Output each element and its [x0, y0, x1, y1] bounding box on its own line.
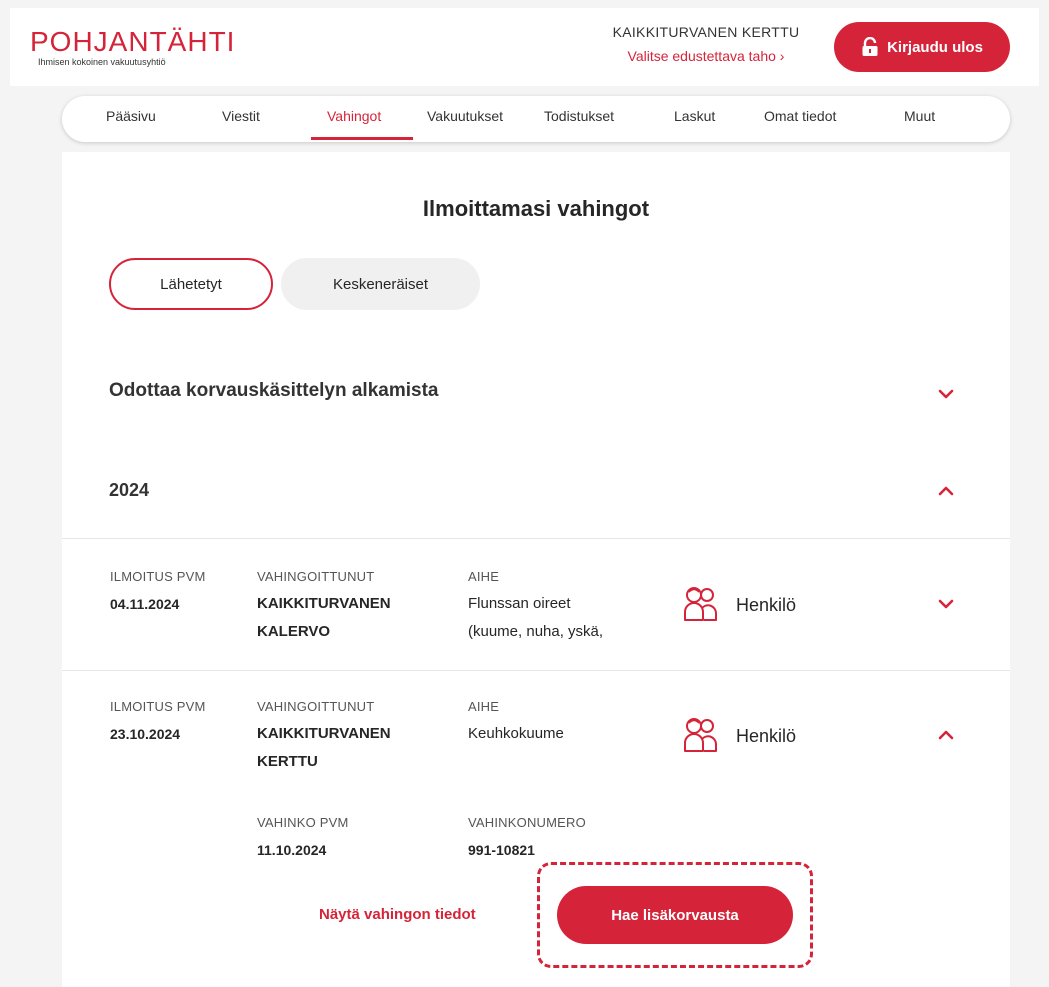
divider — [62, 538, 1010, 539]
injured-value-line1: KAIKKITURVANEN — [257, 725, 391, 742]
people-icon — [684, 587, 717, 621]
injured-label: VAHINGOITTUNUT — [257, 569, 375, 584]
logout-button[interactable]: Kirjaudu ulos — [834, 22, 1010, 72]
show-claim-details-link[interactable]: Näytä vahingon tiedot — [319, 906, 476, 923]
chevron-up-icon[interactable] — [936, 728, 956, 742]
injured-label: VAHINGOITTUNUT — [257, 699, 375, 714]
year-section-header[interactable]: 2024 — [62, 462, 1010, 522]
subject-label: AIHE — [468, 699, 500, 714]
tab-keskeneraiset[interactable]: Keskeneräiset — [281, 258, 480, 310]
injured-value-line1: KAIKKITURVANEN — [257, 595, 391, 612]
claim-type-label: Henkilö — [736, 726, 797, 746]
logout-label: Kirjaudu ulos — [887, 38, 983, 56]
user-box: KAIKKITURVANEN KERTTU Valitse edustettav… — [586, 24, 826, 64]
injured-value-line2: KALERVO — [257, 623, 331, 640]
tab-lahetetyt[interactable]: Lähetetyt — [109, 258, 273, 310]
logo-subtitle: Ihmisen kokoinen vakuutusyhtiö — [38, 57, 166, 67]
claim-type-label: Henkilö — [736, 595, 797, 615]
subject-value-line1: Keuhkokuume — [468, 725, 564, 742]
apply-extra-compensation-button[interactable]: Hae lisäkorvausta — [557, 886, 793, 944]
damage-date-label: VAHINKO PVM — [257, 815, 349, 830]
notice-date-label: ILMOITUS PVM — [110, 699, 206, 714]
pending-section-title: Odottaa korvauskäsittelyn alkamista — [109, 380, 439, 401]
nav-item-vakuutukset[interactable]: Vakuutukset — [427, 108, 503, 124]
notice-date-value: 23.10.2024 — [110, 726, 181, 742]
nav-item-muut[interactable]: Muut — [904, 108, 935, 124]
notice-date-value: 04.11.2024 — [110, 596, 180, 612]
subject-label: AIHE — [468, 569, 500, 584]
claims-panel: Ilmoittamasi vahingot Lähetetyt Keskener… — [62, 152, 1010, 987]
notice-date-label: ILMOITUS PVM — [110, 569, 206, 584]
main-navigation: Pääsivu Viestit Vahingot Vakuutukset Tod… — [62, 96, 1010, 142]
logo-title: POHJANTÄHTI — [30, 26, 236, 57]
year-section-title: 2024 — [109, 480, 150, 500]
nav-item-laskut[interactable]: Laskut — [674, 108, 715, 124]
subject-value-line2: (kuume, nuha, yskä, — [468, 623, 604, 640]
nav-item-omat-tiedot[interactable]: Omat tiedot — [764, 108, 836, 124]
divider — [62, 670, 1010, 671]
people-icon — [684, 718, 717, 752]
chevron-down-icon[interactable] — [936, 387, 956, 401]
top-header: POHJANTÄHTI Ihmisen kokoinen vakuutusyht… — [10, 8, 1039, 86]
active-tab-indicator — [311, 137, 413, 140]
damage-number-value: 991-10821 — [468, 842, 535, 858]
damage-date-value: 11.10.2024 — [257, 842, 327, 858]
nav-item-todistukset[interactable]: Todistukset — [544, 108, 614, 124]
subject-value-line1: Flunssan oireet — [468, 595, 571, 612]
company-logo[interactable]: POHJANTÄHTI Ihmisen kokoinen vakuutusyht… — [30, 26, 236, 68]
user-name: KAIKKITURVANEN KERTTU — [612, 24, 800, 40]
choose-representative-link[interactable]: Valitse edustettava taho › — [586, 48, 826, 64]
chevron-up-icon[interactable] — [936, 484, 956, 498]
nav-item-viestit[interactable]: Viestit — [222, 108, 260, 124]
page-title: Ilmoittamasi vahingot — [422, 196, 650, 221]
chevron-down-icon[interactable] — [936, 597, 956, 611]
nav-item-paasivu[interactable]: Pääsivu — [106, 108, 156, 124]
lock-icon — [862, 37, 878, 56]
injured-value-line2: KERTTU — [257, 753, 318, 770]
damage-number-label: VAHINKONUMERO — [468, 815, 586, 830]
pending-section-header[interactable]: Odottaa korvauskäsittelyn alkamista — [62, 362, 1010, 422]
nav-item-vahingot[interactable]: Vahingot — [327, 108, 381, 124]
